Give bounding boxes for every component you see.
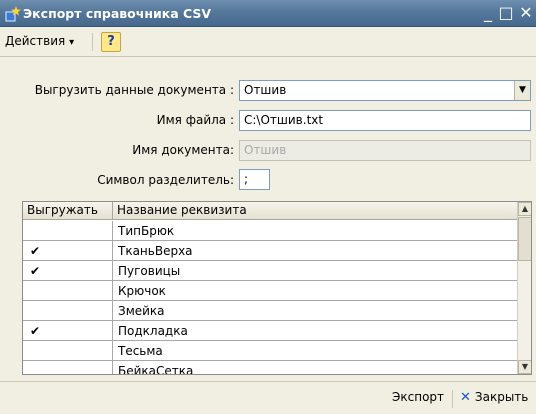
scroll-up-icon[interactable]: ▲ [518,202,531,216]
dropdown-arrow-icon[interactable]: ▼ [514,81,530,100]
export-dialog: Экспорт справочника CSV _ □ ✕ Действия ▾… [0,0,536,414]
attribute-name-cell: ТканьВерха [118,244,193,258]
export-checkbox[interactable]: ✔ [23,261,113,281]
close-label: Закрыть [474,390,529,404]
separator-value: ; [244,172,249,186]
attribute-name-cell: Подкладка [118,324,188,338]
attribute-name-cell: Змейка [118,304,165,318]
close-icon: ✕ [460,390,471,405]
close-window-button[interactable]: ✕ [516,3,536,23]
table-row[interactable]: Змейка [23,301,517,321]
attribute-name-cell: Крючок [118,284,166,298]
toolbar: Действия ▾ ? [0,27,536,57]
dialog-footer: Экспорт ✕ Закрыть [0,381,536,414]
attribute-name-cell: Пуговицы [118,264,181,278]
vertical-scrollbar[interactable]: ▲ ▼ [517,202,531,374]
export-doc-select[interactable]: Отшив ▼ [239,80,531,101]
attributes-table: Выгружать Название реквизита ТипБрюк ✔ Т… [22,201,532,375]
toolbar-divider [92,33,93,51]
filename-value: C:\Отшив.txt [244,113,324,127]
actions-label: Действия [5,34,66,48]
separator-label: Символ разделитель: [97,173,234,187]
export-button[interactable]: Экспорт [392,390,444,404]
separator-input[interactable]: ; [239,169,270,190]
export-checkbox[interactable]: ✔ [23,241,113,261]
window-title: Экспорт справочника CSV [23,6,212,21]
attribute-name-cell: ТипБрюк [118,224,175,238]
minimize-button[interactable]: _ [478,3,498,23]
table-header: Выгружать Название реквизита [23,202,517,220]
table-row[interactable]: ✔ Подкладка [23,321,517,341]
export-checkbox[interactable] [23,361,113,374]
table-row[interactable]: ТипБрюк [23,221,517,241]
export-checkbox[interactable] [23,301,113,321]
scrollbar-thumb[interactable] [518,217,531,261]
export-doc-label: Выгрузить данные документа : [34,83,234,97]
app-icon [5,6,21,22]
docname-value: Отшив [244,143,287,157]
filename-label: Имя файла : [156,113,234,127]
table-row[interactable]: БейкаСетка [23,361,517,375]
chevron-down-icon: ▾ [69,37,75,48]
export-checkbox[interactable] [23,281,113,301]
actions-menu-button[interactable]: Действия ▾ [5,34,74,48]
scroll-down-icon[interactable]: ▼ [518,360,531,374]
table-row[interactable]: ✔ Пуговицы [23,261,517,281]
maximize-button[interactable]: □ [496,3,516,23]
docname-input: Отшив [239,140,531,161]
close-button[interactable]: ✕ Закрыть [460,390,528,405]
table-row[interactable]: ✔ ТканьВерха [23,241,517,261]
export-checkbox[interactable] [23,221,113,241]
table-row[interactable]: Тесьма [23,341,517,361]
title-bar[interactable]: Экспорт справочника CSV _ □ ✕ [0,0,536,27]
export-checkbox[interactable]: ✔ [23,321,113,341]
export-doc-value: Отшив [244,83,287,97]
docname-label: Имя документа: [132,143,234,157]
export-checkbox[interactable] [23,341,113,361]
column-header-attribute-name[interactable]: Название реквизита [113,202,517,220]
table-row[interactable]: Крючок [23,281,517,301]
footer-divider [452,390,453,408]
help-button[interactable]: ? [101,32,121,52]
column-header-export[interactable]: Выгружать [23,202,113,220]
attribute-name-cell: Тесьма [118,344,163,358]
attribute-name-cell: БейкаСетка [118,364,194,375]
filename-input[interactable]: C:\Отшив.txt [239,110,531,131]
